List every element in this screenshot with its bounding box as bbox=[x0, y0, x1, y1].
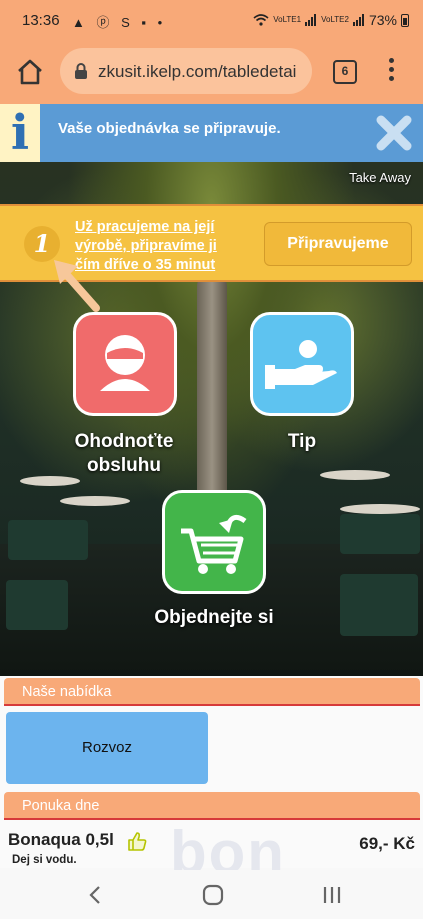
info-message: Vaše objednávka se připravuje. bbox=[58, 120, 281, 137]
browser-toolbar: zkusit.ikelp.com/tabledetai 6 bbox=[0, 40, 423, 104]
bench-decor bbox=[8, 520, 88, 560]
tab-switcher-button[interactable]: 6 bbox=[333, 60, 357, 84]
pointer-arrow-icon bbox=[54, 260, 100, 312]
rate-service-label: Ohodnoťte obsluhu bbox=[74, 431, 174, 476]
table-decor bbox=[320, 470, 390, 480]
network-1-label: VoLTE1 bbox=[273, 15, 302, 24]
network-2-label: VoLTE2 bbox=[321, 15, 349, 24]
battery-percent: 73% bbox=[368, 12, 397, 28]
order-info-bar: i Vaše objednávka se připravuje. bbox=[0, 104, 423, 162]
url-text[interactable]: zkusit.ikelp.com/tabledetai bbox=[98, 62, 296, 82]
status-time: 13:36 bbox=[22, 12, 60, 29]
product-image-text: bon bbox=[170, 820, 286, 870]
browser-menu-icon[interactable] bbox=[386, 58, 396, 84]
delivery-button[interactable]: Rozvoz bbox=[6, 712, 208, 784]
close-icon[interactable] bbox=[375, 114, 413, 152]
bench-decor bbox=[6, 580, 68, 630]
preparing-status-button[interactable]: Připravujeme bbox=[264, 222, 412, 266]
address-bar[interactable]: zkusit.ikelp.com/tabledetai bbox=[60, 48, 312, 94]
take-away-label: Take Away bbox=[349, 170, 411, 185]
home-circle-icon[interactable] bbox=[201, 884, 225, 906]
wifi-icon bbox=[253, 14, 269, 26]
order-label: Objednejte si bbox=[154, 607, 274, 628]
cart-icon bbox=[181, 514, 247, 574]
product-description: Dej si vodu. bbox=[12, 854, 77, 866]
tip-button[interactable] bbox=[250, 312, 354, 416]
signal-icon bbox=[352, 14, 364, 26]
table-decor bbox=[340, 504, 420, 514]
bench-decor bbox=[340, 514, 420, 554]
product-name: Bonaqua 0,5l bbox=[8, 830, 114, 849]
our-offer-header: Naše nabídka bbox=[4, 678, 420, 706]
waiter-icon bbox=[100, 335, 150, 391]
thumbs-up-icon[interactable] bbox=[126, 830, 148, 852]
status-bar: 13:36 ▲ ⓟ S ▪ • VoLTE1 VoLTE2 73% bbox=[0, 0, 423, 40]
signal-icon bbox=[305, 14, 317, 26]
system-nav-bar bbox=[0, 870, 423, 919]
table-decor bbox=[60, 496, 130, 506]
tip-hand-icon bbox=[265, 340, 337, 389]
info-icon: i bbox=[0, 104, 40, 162]
order-button[interactable] bbox=[162, 490, 266, 594]
status-right: VoLTE1 VoLTE2 73% bbox=[253, 12, 409, 28]
product-price: 69,- Kč bbox=[359, 834, 415, 853]
product-item[interactable]: bon Bonaqua 0,5l Dej si vodu. 69,- Kč bbox=[0, 820, 423, 870]
rate-service-button[interactable] bbox=[73, 312, 177, 416]
home-icon[interactable] bbox=[16, 58, 44, 86]
notification-icons: ▲ ⓟ S ▪ • bbox=[72, 15, 167, 30]
recent-apps-icon[interactable] bbox=[320, 884, 344, 906]
back-icon[interactable] bbox=[84, 884, 108, 906]
lock-icon bbox=[75, 63, 87, 79]
tip-label: Tip bbox=[287, 431, 317, 452]
bench-decor bbox=[340, 574, 418, 636]
battery-icon bbox=[401, 13, 409, 27]
daily-menu-header: Ponuka dne bbox=[4, 792, 420, 820]
